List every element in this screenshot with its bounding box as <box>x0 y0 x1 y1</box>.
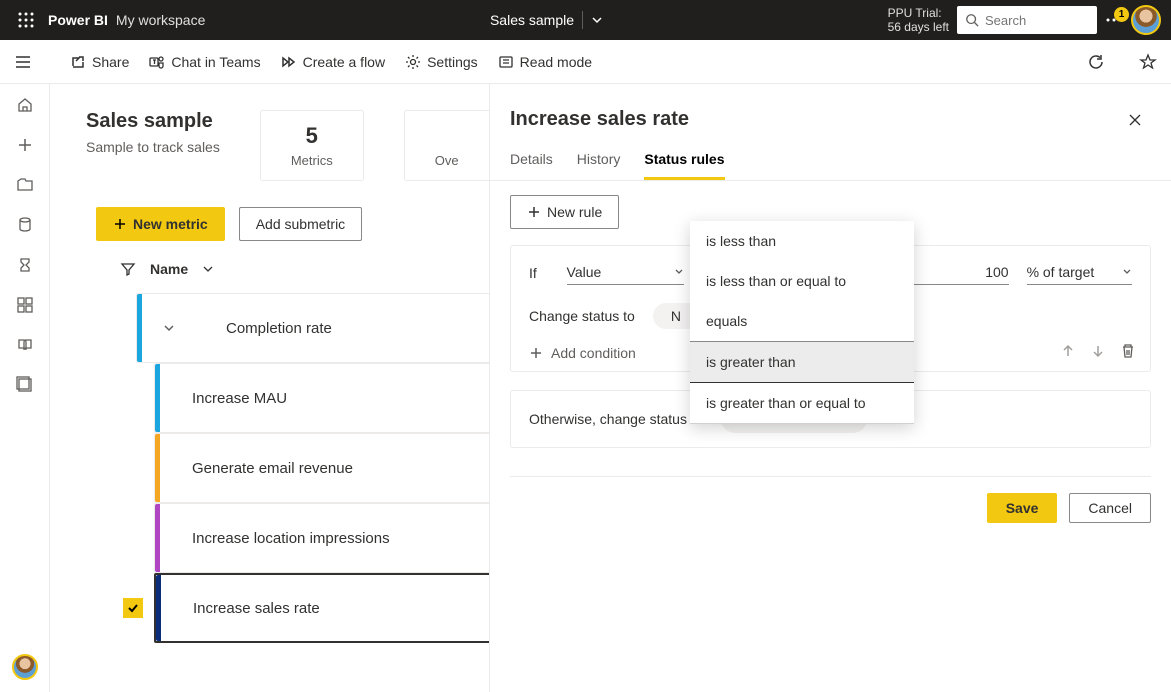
field-select[interactable]: Value <box>567 260 684 285</box>
learn-icon[interactable] <box>16 336 34 354</box>
dropdown-option[interactable]: is less than <box>690 221 914 261</box>
home-icon[interactable] <box>16 96 34 114</box>
cancel-label: Cancel <box>1088 500 1132 516</box>
chat-teams-button[interactable]: Chat in Teams <box>149 54 260 70</box>
command-bar: Share Chat in Teams Create a flow Settin… <box>0 40 1171 84</box>
close-icon[interactable] <box>1127 112 1143 128</box>
create-flow-button[interactable]: Create a flow <box>281 54 385 70</box>
settings-button[interactable]: Settings <box>405 54 478 70</box>
global-search[interactable] <box>957 6 1097 34</box>
add-condition-label: Add condition <box>551 345 636 361</box>
global-header: Power BI My workspace Sales sample PPU T… <box>0 0 1171 40</box>
kpi-label: Metrics <box>291 153 333 168</box>
tab-status-rules[interactable]: Status rules <box>644 151 724 180</box>
add-submetric-button[interactable]: Add submetric <box>239 207 362 241</box>
read-label: Read mode <box>520 54 592 70</box>
threshold-value: 100 <box>985 264 1008 280</box>
data-hub-icon[interactable] <box>16 216 34 234</box>
trial-line2: 56 days left <box>888 20 949 34</box>
tab-details[interactable]: Details <box>510 151 553 180</box>
metric-name: Increase sales rate <box>193 600 320 617</box>
read-mode-button[interactable]: Read mode <box>498 54 592 70</box>
filter-icon[interactable] <box>120 261 136 277</box>
kpi-value: 5 <box>291 123 333 149</box>
operator-dropdown-menu: is less than is less than or equal to eq… <box>690 221 914 424</box>
left-nav-rail <box>0 84 50 692</box>
panel-title: Increase sales rate <box>510 108 689 131</box>
dropdown-option-hover[interactable]: is greater than <box>690 342 914 383</box>
column-name[interactable]: Name <box>150 261 188 277</box>
apps-icon[interactable] <box>16 296 34 314</box>
refresh-icon[interactable] <box>1087 53 1105 71</box>
otherwise-label: Otherwise, change status to <box>529 411 703 427</box>
workspace-area: Sales sample Sample to track sales 5 Met… <box>50 84 1171 692</box>
new-rule-label: New rule <box>547 204 602 220</box>
row-checkbox-checked[interactable] <box>123 598 143 618</box>
trial-status[interactable]: PPU Trial: 56 days left <box>888 6 949 35</box>
expand-chevron-icon[interactable] <box>162 321 176 335</box>
dropdown-option[interactable]: is greater than or equal to <box>690 383 914 423</box>
divider <box>582 11 583 29</box>
report-title[interactable]: Sales sample <box>490 12 574 28</box>
plus-icon[interactable] <box>16 136 34 154</box>
share-label: Share <box>92 54 129 70</box>
chevron-down-icon[interactable] <box>202 263 214 275</box>
tab-history[interactable]: History <box>577 151 621 180</box>
move-down-icon[interactable] <box>1090 343 1106 359</box>
new-metric-button[interactable]: New metric <box>96 207 225 241</box>
delete-icon[interactable] <box>1120 343 1136 359</box>
scorecard-title: Sales sample <box>86 110 220 133</box>
search-input[interactable] <box>985 13 1089 28</box>
move-up-icon[interactable] <box>1060 343 1076 359</box>
save-label: Save <box>1006 500 1039 516</box>
report-chevron-icon[interactable] <box>591 14 603 26</box>
field-select-value: Value <box>567 264 602 280</box>
share-button[interactable]: Share <box>70 54 129 70</box>
workspaces-icon[interactable] <box>16 376 34 394</box>
new-metric-label: New metric <box>133 216 208 232</box>
unit-value: % of target <box>1027 264 1095 280</box>
kpi-overdue-card: 0 Ove <box>404 110 489 181</box>
dropdown-option[interactable]: is less than or equal to <box>690 261 914 301</box>
metric-name: Increase MAU <box>192 390 287 407</box>
kpi-label-2: Ove <box>435 153 459 168</box>
more-actions-button[interactable]: 1 <box>1105 11 1123 29</box>
metric-name: Completion rate <box>226 320 332 337</box>
settings-label: Settings <box>427 54 478 70</box>
status-value: N <box>671 308 681 324</box>
save-button[interactable]: Save <box>987 493 1058 523</box>
trial-line1: PPU Trial: <box>888 6 949 20</box>
app-launcher-icon[interactable] <box>10 12 42 28</box>
if-label: If <box>529 265 549 281</box>
unit-select[interactable]: % of target <box>1027 260 1132 285</box>
metric-name: Generate email revenue <box>192 460 353 477</box>
change-status-label: Change status to <box>529 308 635 324</box>
status-stripe <box>137 294 142 362</box>
new-rule-button[interactable]: New rule <box>510 195 619 229</box>
threshold-input[interactable]: 100 <box>911 260 1009 285</box>
workspace-name[interactable]: My workspace <box>116 12 205 28</box>
user-avatar[interactable] <box>1131 5 1161 35</box>
scorecard-subtitle: Sample to track sales <box>86 139 220 155</box>
add-submetric-label: Add submetric <box>256 216 345 232</box>
browse-icon[interactable] <box>16 176 34 194</box>
chat-label: Chat in Teams <box>171 54 260 70</box>
cancel-button[interactable]: Cancel <box>1069 493 1151 523</box>
kpi-metrics-card: 5 Metrics <box>260 110 364 181</box>
details-panel: Increase sales rate Details History Stat… <box>489 84 1171 692</box>
flow-label: Create a flow <box>303 54 385 70</box>
nav-toggle-icon[interactable] <box>14 53 32 71</box>
product-name: Power BI <box>48 12 108 28</box>
favorite-icon[interactable] <box>1139 53 1157 71</box>
metrics-icon[interactable] <box>16 256 34 274</box>
dropdown-option[interactable]: equals <box>690 301 914 342</box>
workspace-avatar[interactable] <box>12 654 38 680</box>
search-icon <box>965 13 979 27</box>
notification-badge: 1 <box>1114 7 1129 22</box>
metric-name: Increase location impressions <box>192 530 390 547</box>
